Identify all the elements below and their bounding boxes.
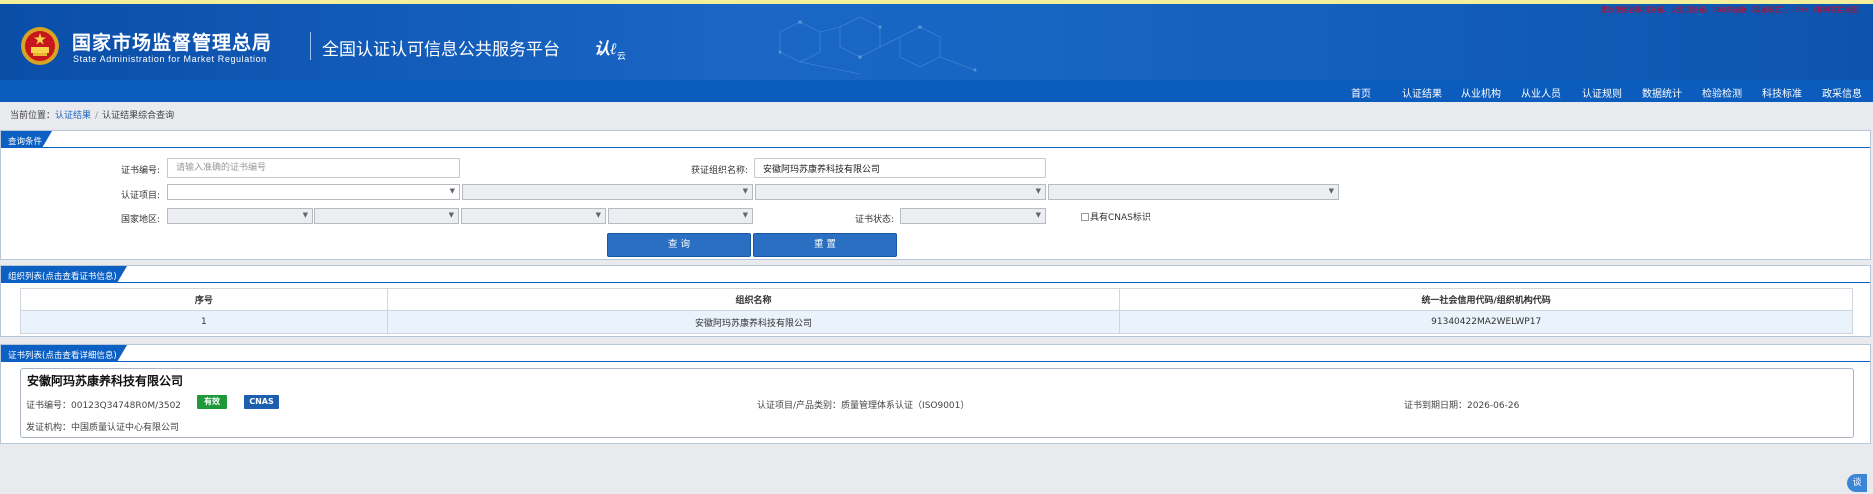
nav-cert-rules[interactable]: 认证规则 — [1582, 85, 1622, 100]
cnas-badge: CNAS — [244, 395, 279, 409]
query-panel-bar: 查询条件 — [1, 131, 1870, 148]
cnas-checkbox-label: 具有CNAS标识 — [1090, 213, 1151, 223]
org-list-table: 序号 组织名称 统一社会信用代码/组织机构代码 1 安徽阿玛苏康养科技有限公司 … — [20, 288, 1853, 334]
chevron-down-icon: ▼ — [1035, 211, 1041, 219]
chevron-down-icon: ▼ — [742, 211, 748, 219]
cert-cloud-logo: 认ℓ云 — [594, 39, 626, 62]
search-button[interactable]: 查 询 — [607, 233, 751, 257]
breadcrumb-current: 认证结果综合查询 — [102, 111, 175, 121]
chevron-down-icon: ▼ — [302, 211, 308, 219]
region-select-1[interactable]: ▼ — [167, 208, 313, 224]
cert-expiry: 证书到期日期：2026-06-26 — [1404, 401, 1520, 411]
chevron-down-icon: ▼ — [1035, 187, 1041, 195]
org-name-input[interactable] — [754, 158, 1046, 178]
reset-button[interactable]: 重 置 — [753, 233, 897, 257]
chevron-down-icon: ▼ — [742, 187, 748, 195]
nav-home[interactable]: 首页 — [1351, 85, 1371, 100]
col-header-credit-code: 统一社会信用代码/组织机构代码 — [1119, 288, 1853, 311]
cert-list-panel-bar: 证书列表(点击查看详细信息) — [1, 345, 1870, 362]
org-list-panel-title: 组织列表(点击查看证书信息) — [1, 266, 127, 283]
breadcrumb: 当前位置：认证结果 / 认证结果综合查询 — [10, 108, 174, 121]
header-divider — [310, 32, 311, 60]
col-header-org-name: 组织名称 — [386, 288, 1121, 311]
nav-testing[interactable]: 检验检测 — [1702, 85, 1742, 100]
chevron-down-icon: ▼ — [448, 211, 454, 219]
org-name-en: State Administration for Market Regulati… — [73, 54, 267, 64]
cert-item-label: 认证项目: — [120, 191, 160, 201]
network-decoration — [778, 16, 977, 75]
table-header-row: 序号 组织名称 统一社会信用代码/组织机构代码 — [20, 288, 1853, 311]
table-row[interactable]: 1 安徽阿玛苏康养科技有限公司 91340422MA2WELWP17 — [20, 310, 1853, 334]
region-select-2[interactable]: ▼ — [314, 208, 459, 224]
row-credit-code: 91340422MA2WELWP17 — [1119, 310, 1853, 334]
nav-statistics[interactable]: 数据统计 — [1642, 85, 1682, 100]
status-badge: 有效 — [197, 395, 227, 409]
cert-status-select[interactable]: ▼ — [900, 208, 1046, 224]
breadcrumb-prefix: 当前位置： — [10, 111, 56, 121]
query-panel-title: 查询条件 — [1, 131, 53, 148]
col-header-no: 序号 — [20, 288, 388, 311]
nav-cert-results[interactable]: 认证结果 — [1402, 85, 1442, 100]
cert-item-select-3[interactable]: ▼ — [755, 184, 1046, 200]
cert-card[interactable]: 安徽阿玛苏康养科技有限公司 证书编号：00123Q34748R0M/3502 有… — [20, 368, 1854, 438]
nav-agencies[interactable]: 从业机构 — [1461, 85, 1501, 100]
cert-company-name: 安徽阿玛苏康养科技有限公司 — [27, 374, 184, 388]
region-label: 国家地区: — [120, 215, 160, 225]
cert-project: 认证项目/产品类别：质量管理体系认证（ISO9001） — [757, 401, 970, 411]
cnas-checkbox-wrap[interactable]: 具有CNAS标识 — [1081, 210, 1151, 223]
cert-item-select-2[interactable]: ▼ — [462, 184, 753, 200]
cert-no-label: 证书编号: — [120, 166, 160, 176]
cert-list-panel-title: 证书列表(点击查看详细信息) — [1, 345, 127, 362]
chevron-down-icon: ▼ — [595, 211, 601, 219]
region-select-4[interactable]: ▼ — [608, 208, 753, 224]
cert-issuer: 发证机构：中国质量认证中心有限公司 — [26, 423, 180, 433]
org-name-label: 获证组织名称: — [690, 166, 748, 176]
breadcrumb-link[interactable]: 认证结果 — [55, 111, 91, 121]
row-no: 1 — [20, 310, 388, 334]
national-emblem-icon — [21, 27, 59, 65]
breadcrumb-separator: / — [95, 111, 99, 121]
row-org-name[interactable]: 安徽阿玛苏康养科技有限公司 — [386, 310, 1121, 334]
chevron-down-icon: ▼ — [449, 187, 455, 195]
browser-recommendation: 建议使用谷歌浏览器、火狐浏览器、360浏览器（极速模式），IE9+（非兼容性视图… — [1600, 6, 1865, 14]
site-header: 建议使用谷歌浏览器、火狐浏览器、360浏览器（极速模式），IE9+（非兼容性视图… — [0, 4, 1873, 80]
cert-item-select-1[interactable]: ▼ — [167, 184, 460, 200]
main-nav: 首页 认证结果 从业机构 从业人员 认证规则 数据统计 检验检测 科技标准 政采… — [0, 80, 1873, 102]
nav-procurement[interactable]: 政采信息 — [1822, 85, 1862, 100]
cert-number: 证书编号：00123Q34748R0M/3502 — [26, 401, 182, 411]
org-list-panel-bar: 组织列表(点击查看证书信息) — [1, 266, 1870, 283]
region-select-3[interactable]: ▼ — [461, 208, 606, 224]
cert-no-input[interactable] — [167, 158, 460, 178]
org-name-cn: 国家市场监督管理总局 — [72, 32, 273, 54]
platform-title: 全国认证认可信息公共服务平台 — [322, 40, 560, 60]
chevron-down-icon: ▼ — [1328, 187, 1334, 195]
cert-item-select-4[interactable]: ▼ — [1048, 184, 1339, 200]
cnas-checkbox[interactable] — [1081, 213, 1089, 221]
chat-float-button[interactable]: 谈 — [1847, 474, 1867, 492]
cert-status-label: 证书状态: — [854, 215, 894, 225]
nav-standards[interactable]: 科技标准 — [1762, 85, 1802, 100]
nav-personnel[interactable]: 从业人员 — [1521, 85, 1561, 100]
